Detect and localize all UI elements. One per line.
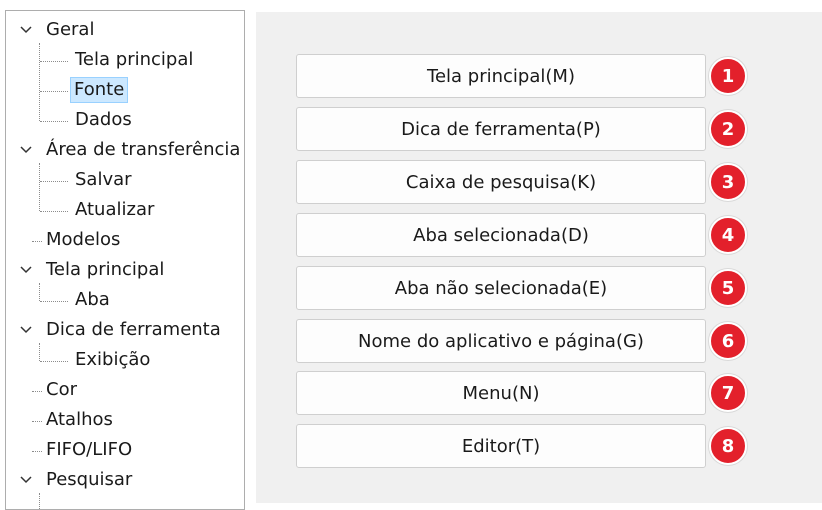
tree-connector	[40, 91, 68, 92]
number-badge: 8	[709, 427, 747, 465]
chevron-down-icon[interactable]	[20, 17, 34, 43]
tree-item-label: Dica de ferramenta	[46, 319, 221, 340]
tree-item-label: Atalhos	[46, 409, 113, 430]
tree-connector	[40, 301, 68, 302]
font-button-editor[interactable]: Editor(T)	[296, 424, 706, 468]
tree-connector	[32, 241, 42, 242]
tree-item-label: Cor	[46, 379, 77, 400]
font-button-menu[interactable]: Menu(N)	[296, 371, 706, 415]
tree-item-label: Modelos	[46, 229, 121, 250]
tree-connector	[39, 493, 40, 509]
font-button-caixa-de-pesquisa[interactable]: Caixa de pesquisa(K)	[296, 160, 706, 204]
font-button-tela-principal[interactable]: Tela principal(M)	[296, 54, 706, 98]
tree-item-label: Dados	[75, 109, 132, 130]
chevron-down-icon[interactable]	[20, 257, 34, 283]
tree-item-label: Aba	[75, 289, 110, 310]
tree-connector	[39, 163, 40, 211]
tree-connector	[32, 421, 42, 422]
number-badge: 5	[709, 269, 747, 307]
chevron-down-icon[interactable]	[20, 137, 34, 163]
tree-connector	[40, 61, 68, 62]
tree-connector	[40, 361, 68, 362]
font-button-aba-selecionada[interactable]: Aba selecionada(D)	[296, 213, 706, 257]
chevron-down-icon[interactable]	[20, 467, 34, 493]
tree-item-label: Exibição	[75, 349, 151, 370]
tree-item-label: FIFO/LIFO	[46, 439, 133, 460]
number-badge: 3	[709, 163, 747, 201]
font-settings-panel: Tela principal(M) 1 Dica de ferramenta(P…	[256, 12, 822, 503]
tree-item-label: Tela principal	[75, 49, 194, 70]
tree-connector	[39, 43, 40, 121]
tree-connector	[39, 343, 40, 361]
font-button-aba-nao-selecionada[interactable]: Aba não selecionada(E)	[296, 266, 706, 310]
number-badge: 4	[709, 216, 747, 254]
tree-item-label: Tela principal	[46, 259, 165, 280]
number-badge: 2	[709, 110, 747, 148]
tree-item-label: Salvar	[75, 169, 132, 190]
tree-item-label: Atualizar	[75, 199, 155, 220]
tree-item-label: Geral	[46, 19, 95, 40]
tree-connector	[32, 451, 42, 452]
tree-connector	[39, 283, 40, 301]
tree-connector	[40, 181, 68, 182]
tree-connector	[40, 121, 68, 122]
font-button-nome-do-aplicativo[interactable]: Nome do aplicativo e página(G)	[296, 319, 706, 363]
number-badge: 6	[709, 322, 747, 360]
chevron-down-icon[interactable]	[20, 317, 34, 343]
settings-tree: Geral Tela principal Fonte Dados Área de…	[5, 10, 245, 510]
tree-connector	[40, 211, 68, 212]
tree-item-label: Área de transferência	[46, 139, 241, 160]
tree-connector	[32, 391, 42, 392]
tree-item-label: Fonte	[70, 77, 129, 103]
number-badge: 7	[709, 374, 747, 412]
font-button-dica-de-ferramenta[interactable]: Dica de ferramenta(P)	[296, 107, 706, 151]
tree-item-label: Pesquisar	[46, 469, 133, 490]
number-badge: 1	[709, 57, 747, 95]
